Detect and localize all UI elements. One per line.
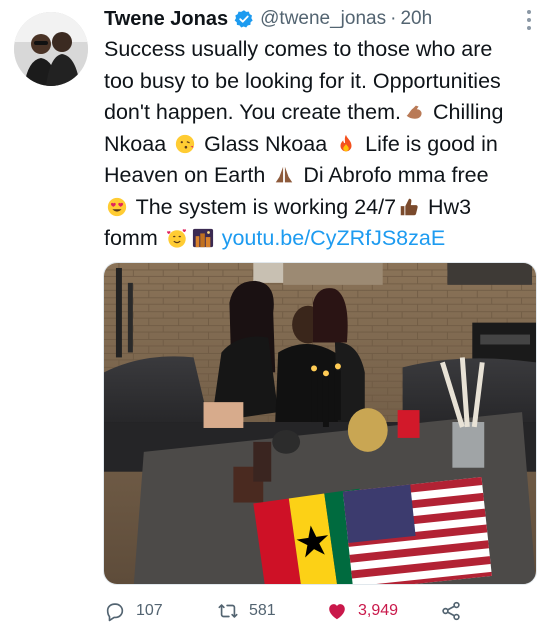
tweet-text-segment: Di Abrofo mma free <box>297 163 489 187</box>
like-count: 3,949 <box>358 602 399 619</box>
flexed-biceps-emoji <box>406 105 422 119</box>
timestamp[interactable]: 20h <box>400 8 432 30</box>
tweet-text-line: Nkoaa Glass Nkoaa Life is good in <box>104 129 544 161</box>
thumbs-up-emoji <box>400 198 418 215</box>
verified-badge-icon <box>234 10 253 28</box>
tweet-text-segment: don't happen. You create them. <box>104 100 401 124</box>
tweet-text-segment: fomm <box>104 226 164 250</box>
tweet-text-segment: too busy to be looking for it. Opportuni… <box>104 68 501 93</box>
folded-hands-emoji <box>276 166 293 183</box>
tweet-text-line: fomm youtu.be/CyZRfJS8zaE <box>104 223 544 255</box>
tweet-text-segment: Nkoaa <box>104 131 173 156</box>
reply-count: 107 <box>136 602 163 619</box>
retweet-button[interactable]: 581 <box>217 600 276 622</box>
avatar-photo <box>14 12 88 86</box>
youtube-link[interactable]: youtu.be/CyZRfJS8zaE <box>222 226 445 250</box>
avatar[interactable] <box>14 12 88 86</box>
tweet-text-line: don't happen. You create them. Chilling <box>104 97 544 129</box>
tweet-text-segment: Hw3 <box>422 194 472 219</box>
tweet-text-line: Heaven on Earth Di Abrofo mma free <box>104 160 544 192</box>
retweet-icon <box>218 604 238 618</box>
tweet-text-segment: The system is working 24/7 <box>130 194 397 219</box>
separator-dot: · <box>390 8 397 29</box>
tweet-text-segment: Life is good in <box>359 131 498 156</box>
tweet-text-segment: Glass Nkoaa <box>198 131 334 156</box>
kissing-face-emoji <box>175 134 195 153</box>
tweet-text-line: The system is working 24/7 Hw3 <box>104 192 544 224</box>
night-city-emoji <box>192 228 213 248</box>
like-button[interactable]: 3,949 <box>326 600 398 622</box>
handle[interactable]: @twene_jonas <box>260 8 386 30</box>
tweet-actions: 107 581 3,949 <box>104 598 534 626</box>
tweet-text-segment: Success usually comes to those who are <box>104 37 493 61</box>
share-icon <box>442 601 460 621</box>
tweet-text-segment: Chilling <box>426 100 504 124</box>
retweet-count: 581 <box>249 602 276 619</box>
tweet-text-segment: Heaven on Earth <box>104 163 272 187</box>
share-button[interactable] <box>440 600 472 622</box>
display-name[interactable]: Twene Jonas <box>104 8 228 31</box>
reply-icon <box>106 603 124 622</box>
tweet-text-line: too busy to be looking for it. Opportuni… <box>104 66 544 98</box>
fire-emoji <box>340 134 352 151</box>
photo-scene <box>104 263 536 584</box>
tweet-text-line: Success usually comes to those who are <box>104 34 544 66</box>
reply-button[interactable]: 107 <box>104 600 163 622</box>
tweet-text: Success usually comes to those who are to… <box>104 34 544 255</box>
tweet-media-image[interactable] <box>103 262 537 585</box>
more-options-icon[interactable] <box>526 10 532 30</box>
tweet-header: Twene Jonas @twene_jonas · 20h <box>104 4 432 34</box>
heart-icon <box>329 604 345 620</box>
heart-eyes-emoji <box>107 197 127 216</box>
smiling-hearts-emoji <box>166 229 186 248</box>
